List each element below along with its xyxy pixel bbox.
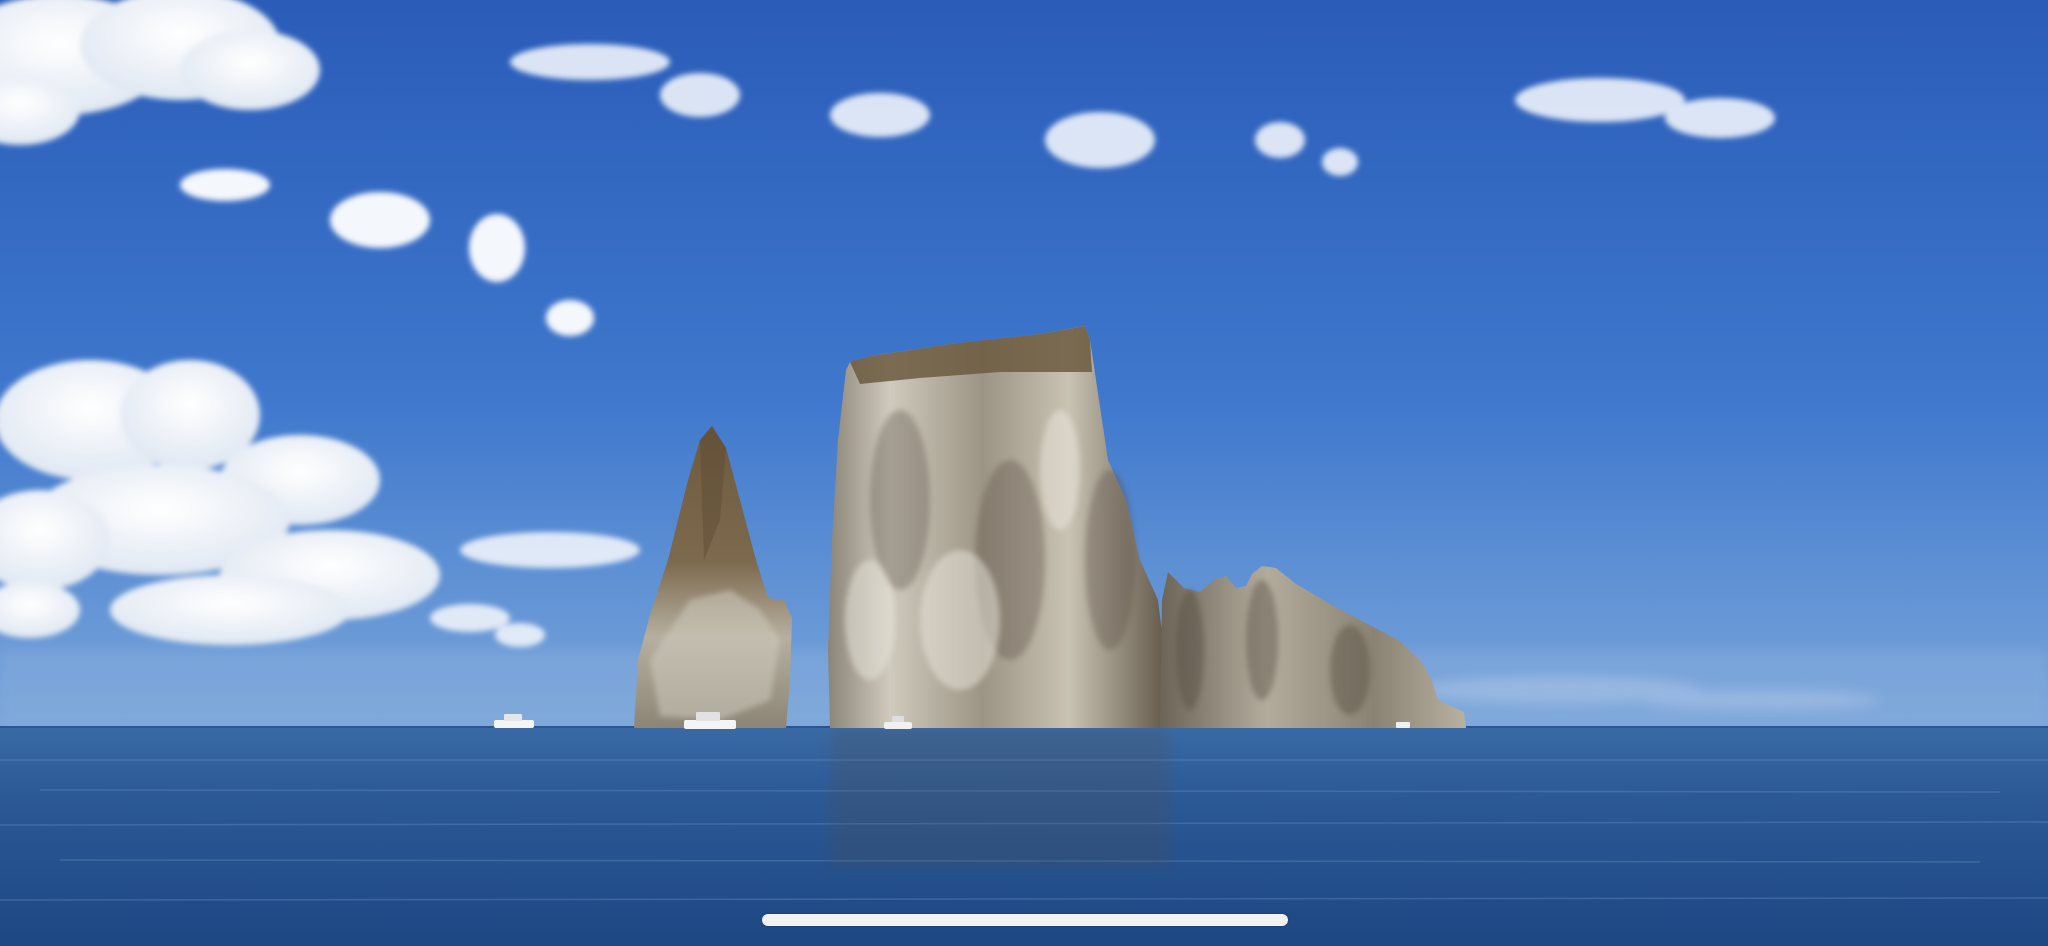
rock-reflection (830, 728, 1170, 868)
boat-right (1396, 722, 1410, 728)
seascape-photo (0, 0, 2048, 946)
photo-viewer (0, 0, 2048, 946)
home-indicator-bar[interactable] (762, 914, 1288, 926)
